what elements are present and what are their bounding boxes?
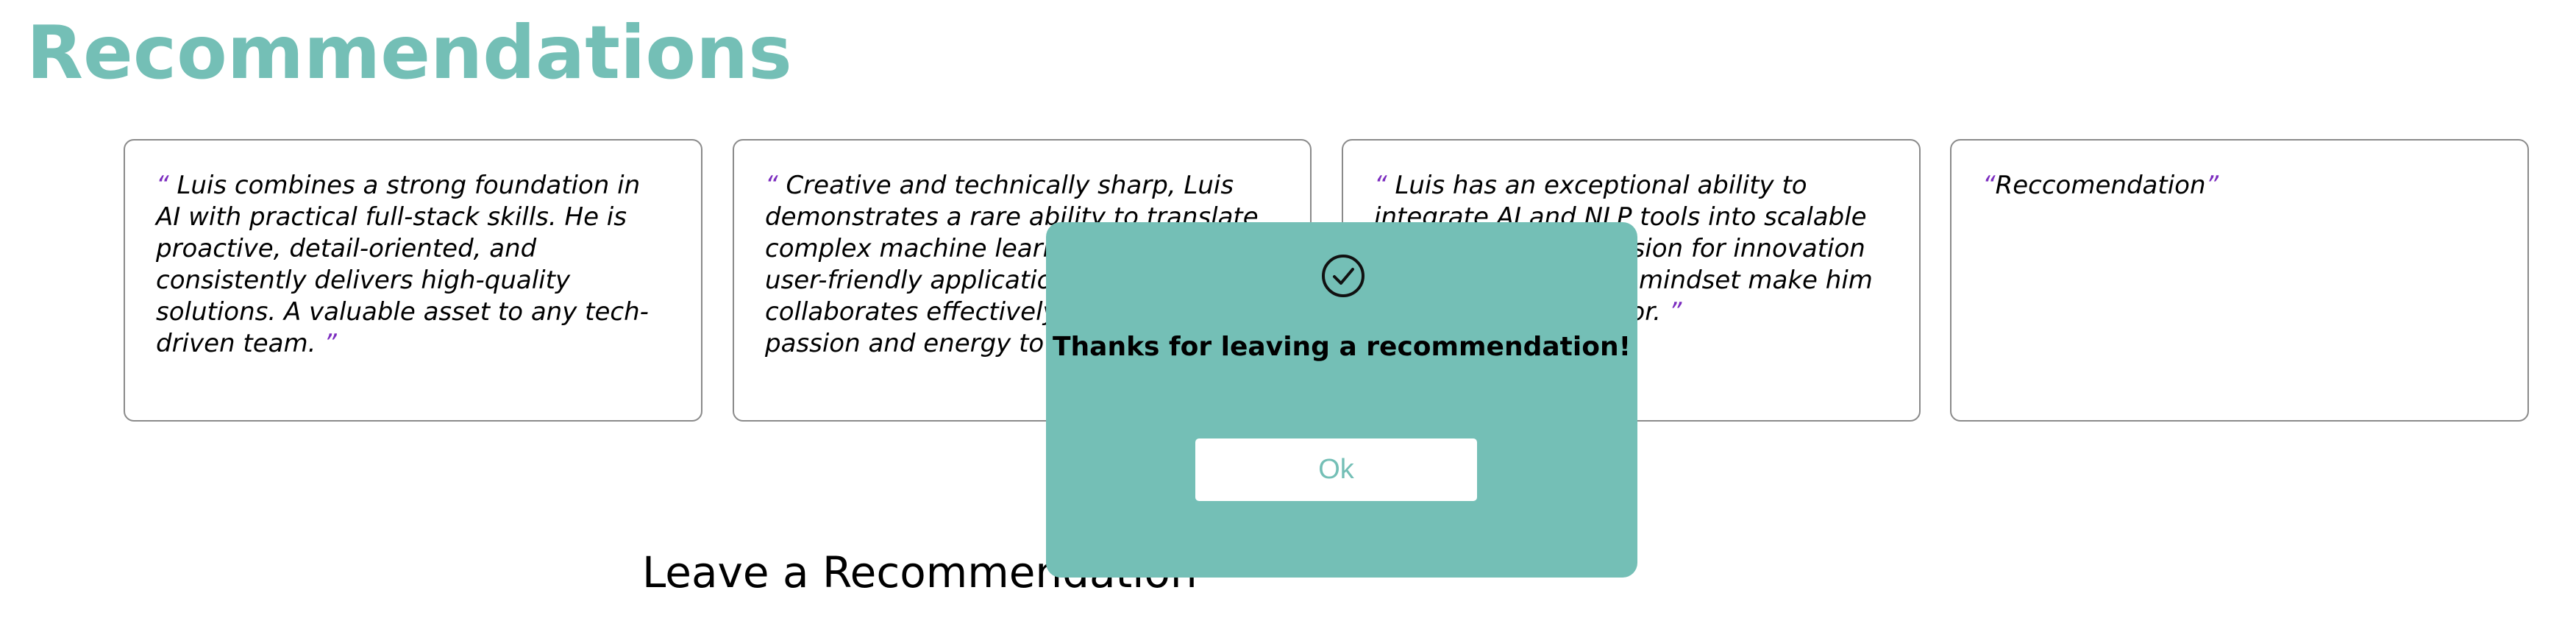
open-quote-mark: “ bbox=[765, 171, 778, 200]
open-quote-mark: “ bbox=[1982, 171, 1996, 200]
close-quote-mark: ” bbox=[1668, 297, 1682, 327]
recommendation-card: “Reccomendation” bbox=[1950, 139, 2529, 422]
ok-button[interactable]: Ok bbox=[1195, 438, 1477, 501]
open-quote-mark: “ bbox=[156, 171, 169, 200]
recommendation-text: Luis combines a strong foundation in AI … bbox=[156, 171, 649, 358]
open-quote-mark: “ bbox=[1374, 171, 1387, 200]
close-quote-mark: ” bbox=[324, 329, 337, 358]
confirmation-message: Thanks for leaving a recommendation! bbox=[1052, 332, 1631, 362]
recommendation-card: “ Luis combines a strong foundation in A… bbox=[124, 139, 702, 422]
check-circle-icon bbox=[1320, 253, 1366, 299]
page-title: Recommendations bbox=[26, 10, 792, 96]
close-quote-mark: ” bbox=[2205, 171, 2219, 200]
confirmation-dialog: Thanks for leaving a recommendation! Ok bbox=[1046, 222, 1637, 578]
recommendation-text: Reccomendation bbox=[1995, 171, 2206, 200]
recommendations-page: Recommendations “ Luis combines a strong… bbox=[0, 0, 2576, 618]
